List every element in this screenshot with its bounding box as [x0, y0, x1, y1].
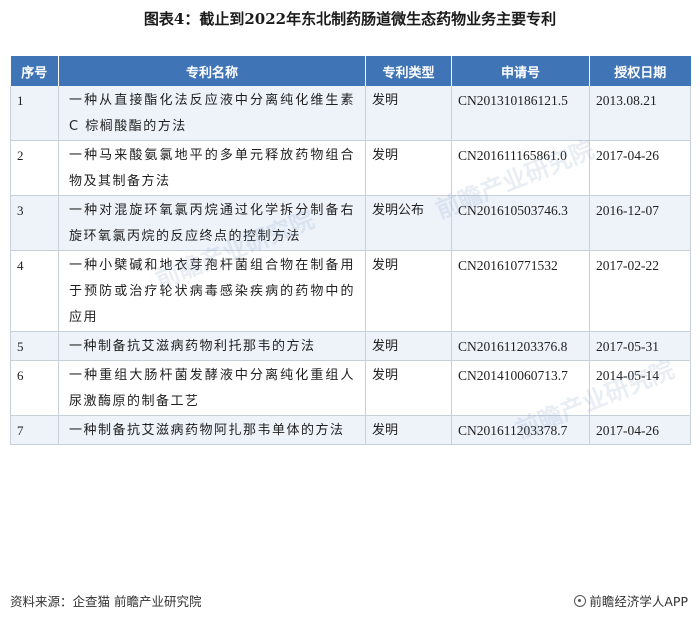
cell-name: 一种重组大肠杆菌发酵液中分离纯化重组人尿激酶原的制备工艺: [58, 360, 366, 416]
cell-app-no: CN201410060713.7: [451, 360, 590, 416]
brand-credit: 前瞻经济学人APP: [574, 591, 688, 610]
header-type: 专利类型: [365, 56, 452, 86]
cell-type: 发明: [365, 331, 452, 361]
cell-no: 4: [10, 250, 59, 332]
cell-type: 发明: [365, 360, 452, 416]
table-row: 6 一种重组大肠杆菌发酵液中分离纯化重组人尿激酶原的制备工艺 发明 CN2014…: [10, 360, 691, 416]
cell-type: 发明: [365, 86, 452, 141]
cell-type: 发明: [365, 250, 452, 332]
cell-app-no: CN201310186121.5: [451, 86, 590, 141]
cell-no: 3: [10, 195, 59, 251]
cell-name: 一种马来酸氨氯地平的多单元释放药物组合物及其制备方法: [58, 140, 366, 196]
cell-date: 2016-12-07: [589, 195, 691, 251]
table-header-row: 序号 专利名称 专利类型 申请号 授权日期: [10, 56, 691, 86]
cell-name: 一种制备抗艾滋病药物阿扎那韦单体的方法: [58, 415, 366, 445]
cell-name: 一种对混旋环氧氯丙烷通过化学拆分制备右旋环氧氯丙烷的反应终点的控制方法: [58, 195, 366, 251]
header-app-no: 申请号: [451, 56, 590, 86]
cell-name: 一种制备抗艾滋病药物利托那韦的方法: [58, 331, 366, 361]
cell-name: 一种从直接酯化法反应液中分离纯化维生素 C 棕榈酸酯的方法: [58, 86, 366, 141]
source-note: 资料来源：企查猫 前瞻产业研究院: [10, 594, 202, 609]
cell-no: 5: [10, 331, 59, 361]
cell-name: 一种小檗碱和地衣芽孢杆菌组合物在制备用于预防或治疗轮状病毒感染疾病的药物中的应用: [58, 250, 366, 332]
cell-date: 2013.08.21: [589, 86, 691, 141]
cell-app-no: CN201611165861.0: [451, 140, 590, 196]
qianzhan-logo-icon: [574, 594, 587, 607]
cell-date: 2017-04-26: [589, 140, 691, 196]
cell-date: 2014-05-14: [589, 360, 691, 416]
cell-no: 1: [10, 86, 59, 141]
cell-no: 7: [10, 415, 59, 445]
cell-date: 2017-05-31: [589, 331, 691, 361]
table-row: 4 一种小檗碱和地衣芽孢杆菌组合物在制备用于预防或治疗轮状病毒感染疾病的药物中的…: [10, 250, 691, 332]
cell-type: 发明: [365, 140, 452, 196]
cell-app-no: CN201610503746.3: [451, 195, 590, 251]
cell-no: 6: [10, 360, 59, 416]
cell-date: 2017-04-26: [589, 415, 691, 445]
brand-label: 前瞻经济学人APP: [589, 594, 688, 609]
cell-app-no: CN201610771532: [451, 250, 590, 332]
cell-app-no: CN201611203376.8: [451, 331, 590, 361]
cell-type: 发明: [365, 415, 452, 445]
table-row: 5 一种制备抗艾滋病药物利托那韦的方法 发明 CN201611203376.8 …: [10, 331, 691, 361]
cell-date: 2017-02-22: [589, 250, 691, 332]
table-row: 7 一种制备抗艾滋病药物阿扎那韦单体的方法 发明 CN201611203378.…: [10, 415, 691, 445]
table-row: 2 一种马来酸氨氯地平的多单元释放药物组合物及其制备方法 发明 CN201611…: [10, 140, 691, 196]
patent-table: 序号 专利名称 专利类型 申请号 授权日期 1 一种从直接酯化法反应液中分离纯化…: [10, 56, 691, 445]
cell-type: 发明公布: [365, 195, 452, 251]
table-row: 1 一种从直接酯化法反应液中分离纯化维生素 C 棕榈酸酯的方法 发明 CN201…: [10, 86, 691, 141]
chart-title: 图表4：截止到2022年东北制药肠道微生态药物业务主要专利: [143, 10, 557, 28]
header-no: 序号: [10, 56, 59, 86]
cell-no: 2: [10, 140, 59, 196]
header-date: 授权日期: [589, 56, 691, 86]
cell-app-no: CN201611203378.7: [451, 415, 590, 445]
table-row: 3 一种对混旋环氧氯丙烷通过化学拆分制备右旋环氧氯丙烷的反应终点的控制方法 发明…: [10, 195, 691, 251]
header-name: 专利名称: [58, 56, 366, 86]
